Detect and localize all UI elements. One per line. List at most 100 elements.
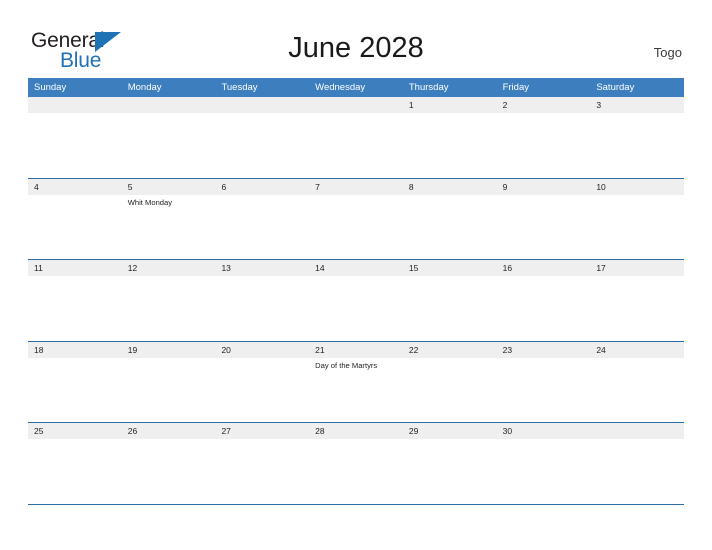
calendar-page: General Blue June 2028 Togo Sunday Monda… [0, 0, 712, 550]
calendar-day-events [215, 439, 309, 441]
calendar-day-cell[interactable]: 9 [496, 178, 591, 259]
page-header: General Blue June 2028 Togo [0, 0, 712, 76]
calendar-day-cell[interactable]: 2 [496, 97, 591, 178]
calendar-day-events [122, 358, 216, 360]
calendar-day-events [122, 113, 216, 115]
calendar-day-number: 27 [215, 423, 310, 439]
calendar-day-cell[interactable]: 27 [215, 423, 310, 504]
calendar-day-events [309, 276, 403, 278]
calendar-day-events [403, 276, 497, 278]
calendar-day-cell[interactable]: 30 [496, 423, 591, 504]
calendar-day-events [215, 358, 309, 360]
calendar-day-cell[interactable]: 25 [28, 423, 122, 504]
calendar-day-number: 20 [215, 341, 310, 358]
calendar-bottom-rule [28, 503, 684, 505]
calendar-day-events [590, 195, 684, 197]
calendar-day-number: 17 [590, 260, 685, 276]
calendar-day-number: 28 [309, 423, 403, 439]
calendar-day-cell[interactable]: 28 [309, 423, 403, 504]
calendar-day-events [403, 113, 497, 115]
calendar-day-number: 3 [590, 97, 685, 113]
calendar-day-cell[interactable]: 7 [309, 178, 403, 259]
calendar-day-cell[interactable]: 23 [496, 341, 591, 422]
calendar-week-cells: 18 19 20 21 Day of the Martyrs 22 23 24 [28, 341, 685, 422]
calendar-day-number: 18 [28, 341, 122, 358]
calendar-day-cell-empty [215, 97, 310, 178]
calendar-day-number [309, 97, 403, 113]
calendar-day-cell-empty [121, 97, 216, 178]
calendar-day-number [215, 97, 310, 113]
calendar-day-events [309, 113, 403, 115]
calendar-week-cells: 11 12 13 14 15 16 17 [28, 260, 685, 341]
calendar-day-cell[interactable]: 26 [121, 423, 216, 504]
region-label: Togo [653, 45, 682, 60]
calendar-day-cell[interactable]: 24 [590, 341, 685, 422]
weekday-header-tuesday: Tuesday [221, 82, 258, 93]
calendar-day-cell[interactable]: 21 Day of the Martyrs [309, 341, 403, 422]
calendar-week-row: 4 5 Whit Monday 6 7 8 9 10 [28, 177, 685, 259]
calendar-day-cell[interactable]: 8 [402, 178, 497, 259]
calendar-day-cell[interactable]: 3 [590, 97, 685, 178]
calendar-day-number: 2 [496, 97, 591, 113]
calendar-day-events [122, 276, 216, 278]
weekday-header-sunday: Sunday [34, 82, 67, 93]
calendar-week-row: 123 [28, 97, 685, 178]
calendar-day-cell[interactable]: 22 [402, 341, 497, 422]
calendar-day-cell[interactable]: 13 [215, 260, 310, 341]
calendar-day-number: 15 [402, 260, 497, 276]
calendar-day-events [403, 358, 497, 360]
calendar-day-cell[interactable]: 1 [402, 97, 497, 178]
calendar-day-cell[interactable]: 19 [121, 341, 216, 422]
calendar-day-events: Whit Monday [122, 195, 216, 208]
calendar-day-cell[interactable]: 4 [28, 178, 122, 259]
calendar-day-number: 19 [121, 341, 216, 358]
weekday-header-friday: Friday [502, 82, 529, 93]
calendar-day-cell[interactable]: 12 [121, 260, 216, 341]
calendar-day-number: 8 [402, 178, 497, 195]
calendar-day-number: 25 [28, 423, 122, 439]
calendar-day-events [497, 195, 591, 197]
calendar-weeks: 1 2 3 4 5 Whit Monday 6 7 8 9 10 11 12 13 14 15 16 17 18 19… [28, 97, 685, 504]
calendar-day-cell[interactable]: 11 [28, 260, 122, 341]
calendar-day-events [309, 439, 403, 441]
calendar-day-number: 26 [121, 423, 216, 439]
calendar-day-events [590, 113, 684, 115]
calendar-week-cells: 25 26 27 28 29 30 [28, 423, 685, 504]
calendar-day-events [215, 113, 309, 115]
weekday-header-thursday: Thursday [408, 82, 449, 93]
calendar-day-cell[interactable]: 16 [496, 260, 591, 341]
calendar-day-number: 24 [590, 341, 685, 358]
calendar-day-events [497, 113, 591, 115]
calendar-day-number: 4 [28, 178, 122, 195]
calendar-day-cell[interactable]: 14 [309, 260, 403, 341]
calendar-day-number: 16 [496, 260, 591, 276]
calendar-day-number: 22 [402, 341, 497, 358]
calendar-day-cell[interactable]: 15 [402, 260, 497, 341]
calendar-day-events [28, 195, 122, 197]
calendar-day-number: 10 [590, 178, 685, 195]
calendar-week-cells: 123 [28, 97, 685, 178]
calendar-day-number: 7 [309, 178, 403, 195]
calendar-day-number [28, 97, 122, 113]
calendar-day-events: Day of the Martyrs [309, 358, 403, 371]
calendar-event[interactable]: Day of the Martyrs [315, 360, 398, 371]
calendar-day-events [590, 276, 684, 278]
calendar-day-cell[interactable]: 10 [590, 178, 685, 259]
calendar-day-events [28, 439, 122, 441]
calendar-week-row: 11 12 13 14 15 16 17 [28, 259, 685, 341]
calendar-week-row: 25 26 27 28 29 30 [28, 422, 685, 504]
calendar-day-cell[interactable]: 18 [28, 341, 122, 422]
calendar-day-cell[interactable]: 20 [215, 341, 310, 422]
calendar-day-number: 9 [496, 178, 591, 195]
calendar-event[interactable]: Whit Monday [128, 197, 211, 208]
weekday-header-wednesday: Wednesday [315, 82, 366, 93]
page-title: June 2028 [288, 32, 424, 64]
calendar-day-cell[interactable]: 5 Whit Monday [121, 178, 216, 259]
calendar-day-cell[interactable]: 29 [402, 423, 497, 504]
calendar-day-cell[interactable]: 17 [590, 260, 685, 341]
calendar-day-events [28, 113, 122, 115]
calendar-day-cell[interactable]: 6 [215, 178, 310, 259]
calendar-day-number: 21 [309, 341, 403, 358]
calendar-grid: Sunday Monday Tuesday Wednesday Thursday… [28, 78, 685, 505]
weekday-header-saturday: Saturday [596, 82, 635, 93]
